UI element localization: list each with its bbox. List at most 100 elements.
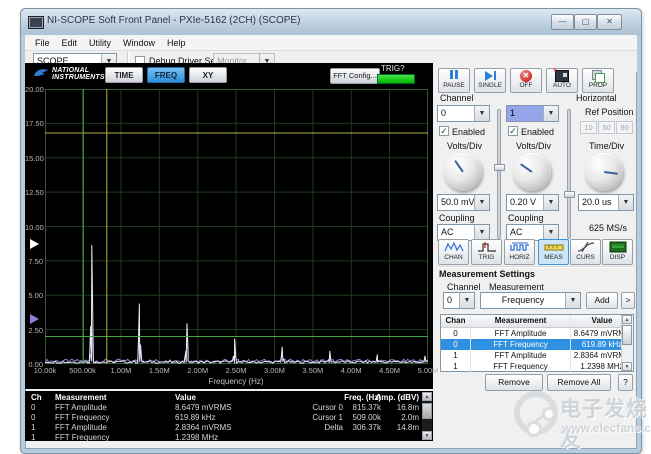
chevron-down-icon[interactable]: ▼ bbox=[474, 195, 489, 210]
fft-config-button[interactable]: FFT Config... bbox=[330, 68, 380, 84]
chevron-down-icon[interactable]: ▼ bbox=[474, 225, 489, 240]
channel-1-voltsdiv-combo[interactable]: 0.20 V ▼ bbox=[506, 194, 559, 211]
ms-channel-combo[interactable]: 0 ▼ bbox=[443, 292, 475, 309]
close-button[interactable]: ✕ bbox=[597, 14, 622, 30]
titlebar[interactable]: NI-SCOPE Soft Front Panel - PXIe-5162 (2… bbox=[21, 9, 641, 35]
scroll-thumb[interactable] bbox=[622, 325, 632, 345]
off-button[interactable]: ✕ OFF bbox=[510, 68, 542, 93]
channel-1-voltsdiv-knob[interactable] bbox=[513, 153, 551, 191]
single-button[interactable]: SINGLE bbox=[474, 68, 506, 93]
ni-eagle-icon bbox=[34, 69, 48, 76]
scroll-up-icon[interactable]: ▲ bbox=[422, 392, 432, 401]
expand-button[interactable]: > bbox=[621, 292, 635, 309]
menu-item-window[interactable]: Window bbox=[117, 37, 161, 49]
horizontal-section-label: Horizontal bbox=[576, 93, 617, 103]
slider-track bbox=[497, 109, 501, 239]
panel-tab-meas[interactable]: MEAS bbox=[538, 239, 569, 265]
table-row[interactable]: 0 FFT Amplitude 8.6479 mVRMS bbox=[441, 328, 633, 339]
fft-plot-area[interactable] bbox=[44, 88, 430, 365]
cursor-freq-value: 815.37k bbox=[352, 403, 381, 412]
channel-0-voltsdiv-knob[interactable] bbox=[444, 153, 482, 191]
scope-tab-freq[interactable]: FREQ bbox=[147, 67, 185, 83]
slider-handle[interactable] bbox=[494, 164, 505, 171]
channel-0-marker[interactable] bbox=[30, 239, 39, 250]
results-scrollbar[interactable]: ▲ ▼ bbox=[422, 392, 432, 440]
measurement-table[interactable]: Chan Measurement Value 0 FFT Amplitude 8.6479… bbox=[440, 314, 634, 372]
table-row[interactable]: 1 FFT Amplitude 2.8364 mVRMS bbox=[441, 350, 633, 361]
scroll-up-icon[interactable]: ▲ bbox=[622, 315, 632, 324]
slider-track bbox=[567, 109, 571, 239]
fft-chart[interactable] bbox=[44, 88, 430, 365]
panel-tab-horiz[interactable]: HORIZ bbox=[504, 239, 535, 265]
slider-handle[interactable] bbox=[564, 191, 575, 198]
y-tick-label: 20.00 bbox=[25, 85, 44, 94]
chevron-down-icon[interactable]: ▼ bbox=[618, 195, 633, 210]
ref-position-50[interactable]: 50 bbox=[598, 121, 615, 134]
chevron-down-icon[interactable]: ▼ bbox=[543, 195, 558, 210]
panel-tab-trig[interactable]: TRIG bbox=[471, 239, 502, 265]
cell: FFT Frequency bbox=[55, 413, 110, 422]
cursor-amp-value: 2.0m bbox=[401, 413, 419, 422]
chevron-down-icon[interactable]: ▼ bbox=[459, 293, 474, 308]
chevron-down-icon[interactable]: ▼ bbox=[543, 225, 558, 240]
table-row[interactable]: 0 FFT Frequency 619.89 kHz bbox=[441, 339, 633, 350]
channel-1-position-slider[interactable] bbox=[564, 109, 575, 239]
menu-item-edit[interactable]: Edit bbox=[56, 37, 84, 49]
panel-tab-curs[interactable]: CURS bbox=[570, 239, 601, 265]
scope-tab-time[interactable]: TIME bbox=[105, 67, 143, 83]
cell: FFT Frequency bbox=[471, 361, 571, 372]
prop-button[interactable]: PROP bbox=[582, 68, 614, 93]
chevron-down-icon[interactable]: ▼ bbox=[565, 293, 580, 308]
scroll-thumb[interactable] bbox=[422, 403, 432, 419]
panel-tab-disp[interactable]: DISP bbox=[602, 239, 633, 265]
timediv-combo[interactable]: 20.0 us ▼ bbox=[578, 194, 634, 211]
measurement-table-header: Chan Measurement Value bbox=[441, 315, 633, 328]
cell: 0 bbox=[31, 413, 36, 422]
remove-all-button[interactable]: Remove All bbox=[547, 374, 611, 391]
scroll-down-icon[interactable]: ▼ bbox=[422, 431, 432, 440]
scroll-down-icon[interactable]: ▼ bbox=[622, 362, 632, 371]
channel-wave-icon bbox=[439, 240, 468, 254]
channel-0-enabled-checkbox[interactable]: ✓ bbox=[439, 126, 449, 136]
table-row[interactable]: 1 FFT Frequency 1.2398 MHz bbox=[441, 361, 633, 372]
channel-1-select[interactable]: 1 ▼ bbox=[506, 105, 559, 122]
add-measurement-button[interactable]: Add bbox=[586, 292, 618, 309]
timediv-knob[interactable] bbox=[585, 153, 623, 191]
panel-tab-chan[interactable]: CHAN bbox=[438, 239, 469, 265]
knob-needle bbox=[603, 171, 619, 175]
column-header-measurement[interactable]: Measurement bbox=[471, 315, 571, 327]
column-header-chan[interactable]: Chan bbox=[441, 315, 471, 327]
cell: 0 bbox=[441, 328, 471, 339]
channel-1-enabled-checkbox[interactable]: ✓ bbox=[508, 126, 518, 136]
cursor-freq-value: 509.00k bbox=[352, 413, 381, 422]
column-header-measurement: Measurement bbox=[55, 393, 107, 402]
scope-tab-xy[interactable]: XY bbox=[189, 67, 227, 83]
help-button[interactable]: ? bbox=[618, 374, 633, 391]
cell: FFT Amplitude bbox=[55, 403, 107, 412]
column-header-ch: Ch bbox=[31, 393, 42, 402]
channel-1-marker[interactable] bbox=[30, 313, 39, 324]
ref-position-10[interactable]: 10 bbox=[580, 121, 597, 134]
channel-0-voltsdiv-value: 50.0 mV bbox=[441, 197, 474, 207]
menu-item-help[interactable]: Help bbox=[161, 37, 192, 49]
minimize-button[interactable]: — bbox=[551, 14, 574, 30]
remove-button[interactable]: Remove bbox=[485, 374, 543, 391]
trigger-icon bbox=[472, 240, 501, 254]
pause-button[interactable]: PAUSE bbox=[438, 68, 470, 93]
channel-1-coupling-label: Coupling bbox=[508, 213, 544, 223]
auto-button[interactable]: AUTO bbox=[546, 67, 578, 93]
maximize-button[interactable]: ▢ bbox=[574, 14, 597, 30]
trigger-status-label: TRIG? bbox=[381, 64, 405, 73]
ms-measurement-combo[interactable]: Frequency ▼ bbox=[480, 292, 581, 309]
channel-0-position-slider[interactable] bbox=[494, 109, 505, 239]
channel-0-select[interactable]: 0 ▼ bbox=[437, 105, 490, 122]
chevron-down-icon[interactable]: ▼ bbox=[474, 106, 489, 121]
control-panel: Channel Horizontal 0 ▼ ✓ Enabled Volts/D… bbox=[437, 63, 637, 441]
menu-item-utility[interactable]: Utility bbox=[83, 37, 117, 49]
ref-position-90[interactable]: 90 bbox=[616, 121, 633, 134]
chevron-down-icon[interactable]: ▼ bbox=[543, 106, 558, 121]
table-scrollbar[interactable]: ▲ ▼ bbox=[621, 315, 633, 371]
scope-display: NATIONAL INSTRUMENTS FFT Config... TRIG?… bbox=[25, 63, 438, 389]
menu-item-file[interactable]: File bbox=[29, 37, 56, 49]
channel-0-voltsdiv-combo[interactable]: 50.0 mV ▼ bbox=[437, 194, 490, 211]
